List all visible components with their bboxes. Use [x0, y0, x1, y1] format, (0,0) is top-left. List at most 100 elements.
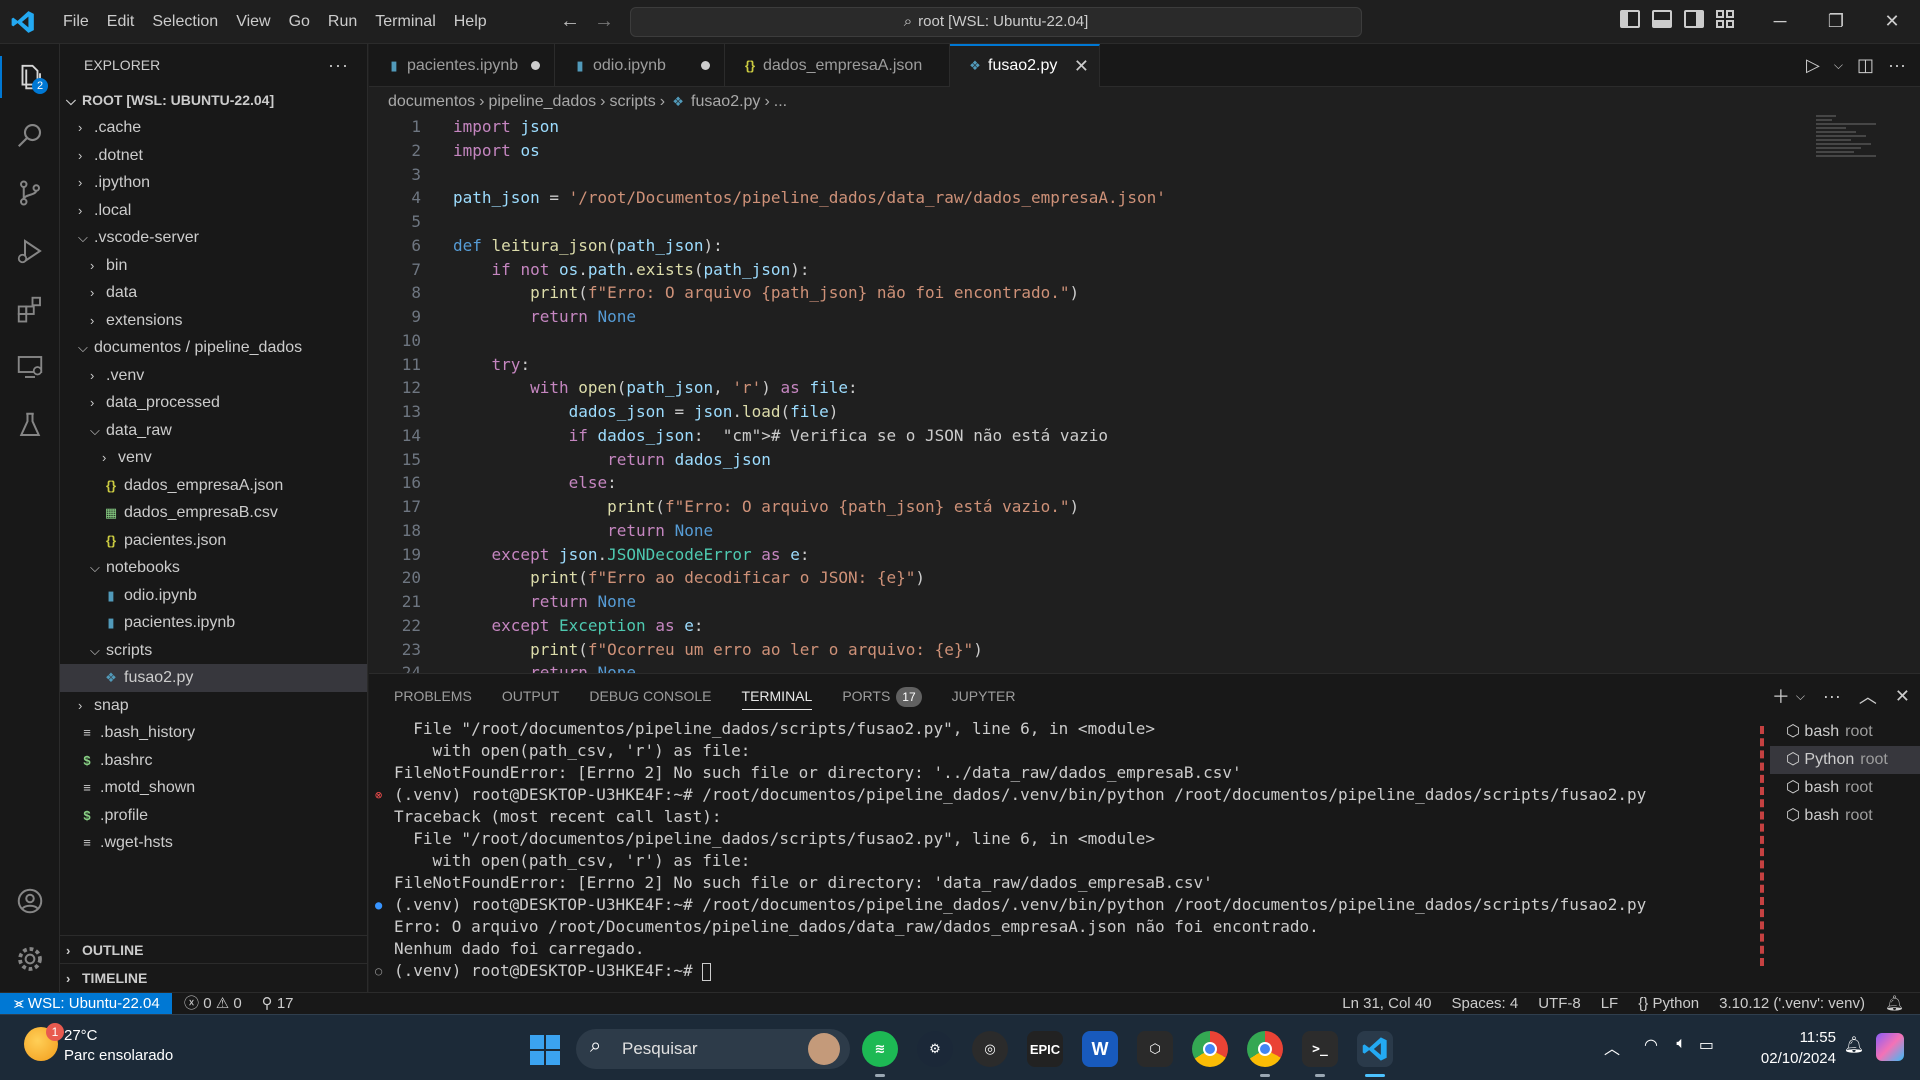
file-item[interactable]: ≡ .wget-hsts	[60, 829, 367, 857]
tab-dados-empresaa-json[interactable]: {} dados_empresaA.json	[725, 44, 950, 87]
toggle-primary-sidebar-icon[interactable]	[1620, 10, 1640, 28]
menu-help[interactable]: Help	[445, 13, 496, 31]
folder-item[interactable]: ⌵ notebooks	[60, 554, 367, 582]
split-editor-icon[interactable]: ◫	[1857, 55, 1874, 76]
tab-jupyter[interactable]: JUPYTER	[952, 674, 1016, 718]
folder-item[interactable]: ⌵ .vscode-server	[60, 224, 367, 252]
search-activity-icon[interactable]	[0, 106, 60, 164]
folder-item[interactable]: › .ipython	[60, 169, 367, 197]
terminal-instance[interactable]: ⬡ bash root	[1770, 774, 1920, 802]
run-python-file-icon[interactable]: ▷	[1806, 55, 1820, 76]
toggle-secondary-sidebar-icon[interactable]	[1684, 10, 1704, 28]
folder-item[interactable]: › data_processed	[60, 389, 367, 417]
explorer-activity-icon[interactable]: 2	[0, 48, 60, 106]
folder-item[interactable]: › extensions	[60, 307, 367, 335]
run-debug-icon[interactable]	[0, 222, 60, 280]
vscode-icon[interactable]	[1357, 1031, 1393, 1077]
problems-status[interactable]: ⓧ 0 ⚠ 0	[184, 993, 242, 1015]
more-actions-icon[interactable]: ···	[1823, 686, 1841, 707]
file-item[interactable]: $ .bashrc	[60, 747, 367, 775]
python-interpreter[interactable]: 3.10.12 ('.venv': venv)	[1719, 993, 1865, 1015]
close-tab-icon[interactable]: ✕	[1074, 46, 1089, 86]
terminal-instance[interactable]: ⬡ Python root	[1770, 746, 1920, 774]
tab-pacientes-ipynb[interactable]: ▮ pacientes.ipynb	[369, 44, 555, 87]
tab-debug-console[interactable]: DEBUG CONSOLE	[589, 674, 711, 718]
menu-edit[interactable]: Edit	[98, 13, 144, 31]
unsaved-dot-icon[interactable]	[531, 61, 540, 70]
folder-item[interactable]: › venv	[60, 444, 367, 472]
manage-gear-icon[interactable]	[0, 930, 60, 988]
unity-icon[interactable]: ⬡	[1137, 1031, 1173, 1067]
tab-fusao2-py[interactable]: ❖ fusao2.py ✕	[950, 44, 1100, 87]
file-item[interactable]: {} pacientes.json	[60, 527, 367, 555]
folder-item[interactable]: › bin	[60, 252, 367, 280]
file-item[interactable]: ≡ .bash_history	[60, 719, 367, 747]
chevron-down-icon[interactable]: ⌵	[1834, 58, 1843, 73]
more-actions-icon[interactable]: ···	[328, 44, 349, 86]
menu-view[interactable]: View	[227, 13, 279, 31]
menu-selection[interactable]: Selection	[143, 13, 227, 31]
menu-terminal[interactable]: Terminal	[366, 13, 444, 31]
workspace-root[interactable]: ⌵ ROOT [WSL: UBUNTU-22.04]	[60, 86, 367, 114]
show-hidden-icons-chevron-icon[interactable]: ︿	[1604, 1035, 1620, 1059]
file-item[interactable]: ❖ fusao2.py	[60, 664, 367, 692]
notifications-bell-icon[interactable]: 🔔︎	[1885, 993, 1904, 1015]
tab-terminal[interactable]: TERMINAL	[741, 674, 812, 718]
customize-layout-icon[interactable]	[1716, 10, 1736, 28]
file-item[interactable]: ▮ odio.ipynb	[60, 582, 367, 610]
new-terminal-plus-icon[interactable]: ＋	[1772, 683, 1790, 709]
menu-run[interactable]: Run	[319, 13, 366, 31]
breadcrumb-item[interactable]: documentos	[388, 93, 475, 110]
command-center[interactable]: ⌕ root [WSL: Ubuntu-22.04]	[630, 7, 1362, 37]
indentation[interactable]: Spaces: 4	[1452, 993, 1519, 1015]
remote-explorer-icon[interactable]	[0, 338, 60, 396]
close-window-icon[interactable]: ✕	[1864, 0, 1920, 44]
command-error-decoration-icon[interactable]: ⊗	[375, 784, 382, 806]
maximize-panel-icon[interactable]: ︿	[1859, 683, 1877, 709]
timeline-section[interactable]: › TIMELINE	[60, 963, 368, 991]
folder-item[interactable]: ⌵ scripts	[60, 637, 367, 665]
folder-item[interactable]: › snap	[60, 692, 367, 720]
copilot-icon[interactable]	[1876, 1033, 1904, 1061]
terminal-instance[interactable]: ⬡ bash root	[1770, 718, 1920, 746]
restore-icon[interactable]: ❐	[1808, 0, 1864, 44]
terminal-instance[interactable]: ⬡ bash root	[1770, 802, 1920, 830]
tab-ports[interactable]: PORTS 17	[842, 674, 922, 718]
spotify-icon[interactable]: ≋	[862, 1031, 898, 1077]
menu-file[interactable]: File	[54, 13, 98, 31]
source-control-icon[interactable]	[0, 164, 60, 222]
file-item[interactable]: $ .profile	[60, 802, 367, 830]
chevron-down-icon[interactable]: ⌵	[1796, 689, 1805, 704]
close-panel-icon[interactable]: ✕	[1895, 686, 1910, 707]
folder-item[interactable]: › .dotnet	[60, 142, 367, 170]
forward-arrow-icon[interactable]: →	[594, 10, 614, 33]
notifications-bell-icon[interactable]: 🔔︎	[1844, 1035, 1864, 1055]
unsaved-dot-icon[interactable]	[701, 61, 710, 70]
remote-indicator[interactable]: ⪤ WSL: Ubuntu-22.04	[0, 993, 172, 1015]
wifi-icon[interactable]: ◠	[1644, 1035, 1658, 1055]
file-item[interactable]: ▮ pacientes.ipynb	[60, 609, 367, 637]
battery-icon[interactable]: ▭	[1699, 1035, 1714, 1055]
command-decoration-icon[interactable]: ●	[375, 894, 382, 916]
end-of-line[interactable]: LF	[1601, 993, 1619, 1015]
tab-odio-ipynb[interactable]: ▮ odio.ipynb	[555, 44, 725, 87]
app-ring-icon[interactable]: ◎	[972, 1031, 1008, 1067]
code-editor[interactable]: 1 import json 2 import os 3 4 path_json = '/ro…	[369, 115, 1920, 673]
minimap[interactable]	[1816, 115, 1896, 195]
language-mode[interactable]: {} Python	[1638, 993, 1699, 1015]
file-item[interactable]: ▦ dados_empresaB.csv	[60, 499, 367, 527]
breadcrumb-item[interactable]: scripts	[609, 93, 655, 110]
epic-games-icon[interactable]: EPIC	[1027, 1031, 1063, 1067]
folder-item[interactable]: ⌵ data_raw	[60, 417, 367, 445]
menu-go[interactable]: Go	[280, 13, 319, 31]
tab-problems[interactable]: PROBLEMS	[394, 674, 472, 718]
folder-item[interactable]: ⌵ documentos / pipeline_dados	[60, 334, 367, 362]
windows-start-icon[interactable]	[530, 1035, 560, 1065]
terminal-icon[interactable]: >_	[1302, 1031, 1338, 1077]
chrome-icon[interactable]	[1192, 1031, 1228, 1067]
toggle-panel-icon[interactable]	[1652, 10, 1672, 28]
breadcrumb-item[interactable]: ...	[774, 93, 787, 110]
folder-item[interactable]: › .venv	[60, 362, 367, 390]
ports-status[interactable]: ⚲ 17	[262, 993, 294, 1015]
breadcrumb-item[interactable]: pipeline_dados	[489, 93, 597, 110]
